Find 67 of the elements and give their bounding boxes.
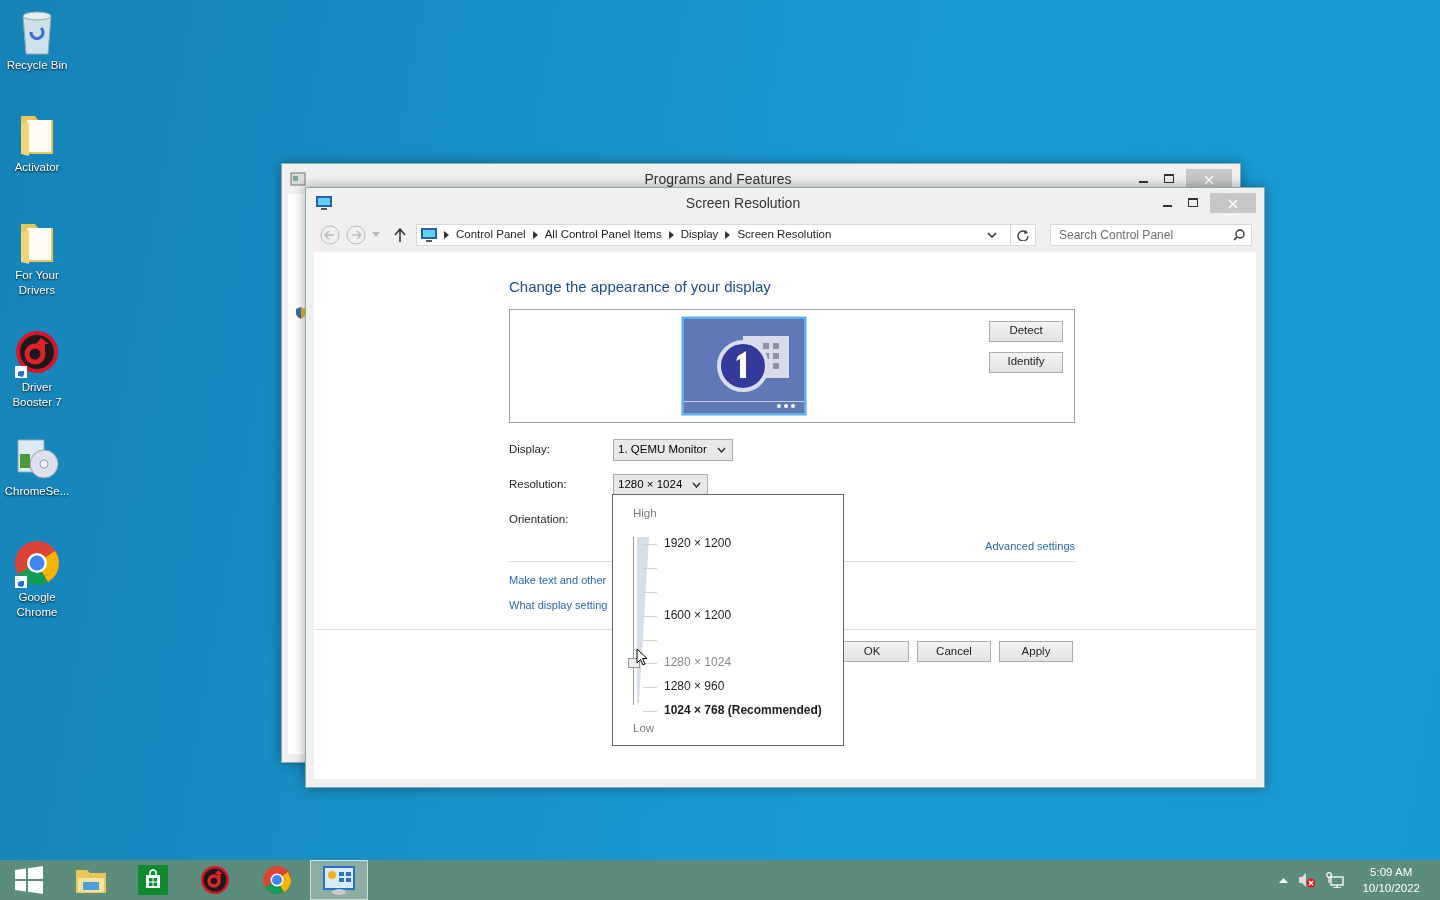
resolution-option[interactable]: 1280 × 960 <box>664 679 725 693</box>
close-icon <box>1204 174 1214 185</box>
desktop-icon-label[interactable]: For Your Drivers <box>1 268 73 298</box>
chrome-logo-icon[interactable] <box>262 865 292 895</box>
chevron-down-icon <box>692 482 702 488</box>
page-heading: Change the appearance of your display <box>509 277 772 297</box>
gear-arrow-icon[interactable] <box>200 865 230 895</box>
chevron-right-icon <box>444 231 449 239</box>
resolution-option[interactable]: 1280 × 1024 <box>664 655 732 669</box>
dropdown-select[interactable]: 1280 × 1024 <box>613 474 709 496</box>
resolution-option[interactable]: 1024 × 768 (Recommended) <box>664 703 822 717</box>
field-label: Display: <box>509 442 551 458</box>
field-label: Orientation: <box>509 512 570 528</box>
field-label: Resolution: <box>509 477 568 493</box>
resolution-option[interactable]: 1600 × 1200 <box>664 608 732 622</box>
search-icon[interactable] <box>1233 229 1245 241</box>
action-button[interactable]: Detect <box>989 320 1063 342</box>
help-link[interactable]: What display setting <box>509 596 608 613</box>
desktop-icon-label[interactable]: Activator <box>1 160 73 175</box>
close-icon <box>1228 198 1238 209</box>
dialog-button[interactable]: Apply <box>999 641 1073 662</box>
dialog-button[interactable]: Cancel <box>917 641 991 662</box>
monitor-icon <box>316 196 332 210</box>
help-link[interactable]: Make text and other <box>509 572 607 589</box>
mouse-pointer-icon <box>636 648 648 666</box>
dropdown-select[interactable]: 1. QEMU Monitor <box>613 439 733 461</box>
desktop-icon-label[interactable]: Driver Booster 7 <box>1 380 73 410</box>
breadcrumb-item[interactable]: All Control Panel Items <box>544 226 662 244</box>
slider-end-label: Low <box>633 721 655 736</box>
advanced-settings-link[interactable]: Advanced settings <box>985 537 1075 554</box>
clock-date: 10/10/2022 <box>1362 881 1420 896</box>
maximize-icon <box>1187 198 1199 208</box>
clock-time: 5:09 AM <box>1369 865 1414 880</box>
resolution-option[interactable]: 1920 × 1200 <box>664 536 732 550</box>
breadcrumb-item[interactable]: Display <box>680 226 719 244</box>
chevron-right-icon <box>725 231 731 239</box>
monitor-number-drawing[interactable] <box>681 315 807 416</box>
windows-logo-icon[interactable] <box>15 866 43 894</box>
address-bar[interactable]: Control Panel All Control Panel Items Display Screen Resolution <box>416 224 1036 246</box>
refresh-icon[interactable] <box>1017 229 1029 241</box>
taskbar-clock[interactable]: 5:09 AM 10/10/2022 <box>1362 864 1420 896</box>
maximize-icon <box>1163 174 1175 184</box>
control-panel-icon[interactable] <box>322 865 356 895</box>
speaker-muted-icon[interactable] <box>1298 872 1317 888</box>
window-title: Programs and Features <box>643 169 793 189</box>
action-button[interactable]: Identify <box>989 351 1063 373</box>
minimize-icon <box>1138 181 1148 183</box>
breadcrumb-item[interactable]: Screen Resolution <box>737 226 832 244</box>
shopping-bag-icon[interactable] <box>138 865 168 895</box>
breadcrumb-item[interactable]: Control Panel <box>456 226 526 244</box>
desktop-icon-label[interactable]: ChromeSe... <box>1 484 73 499</box>
control-panel-icon <box>290 171 306 187</box>
network-icon[interactable] <box>1326 872 1345 888</box>
window-title: Screen Resolution <box>684 193 802 213</box>
chrome-logo-icon <box>14 540 60 586</box>
chevron-up-icon[interactable] <box>1279 877 1289 883</box>
slider-end-label: High <box>633 506 657 521</box>
up-arrow-icon[interactable] <box>394 228 406 242</box>
desktop-icon-label[interactable]: Google Chrome <box>1 590 73 620</box>
chevron-down-icon[interactable] <box>987 232 997 238</box>
desktop-icon-label[interactable]: Recycle Bin <box>1 58 73 73</box>
chevron-right-icon <box>532 231 538 239</box>
search-field[interactable]: Search Control Panel <box>1050 224 1252 246</box>
minimize-icon <box>1162 205 1172 207</box>
chevron-down-icon <box>716 447 726 453</box>
chevron-right-icon <box>668 231 674 239</box>
monitor-icon <box>421 228 437 242</box>
